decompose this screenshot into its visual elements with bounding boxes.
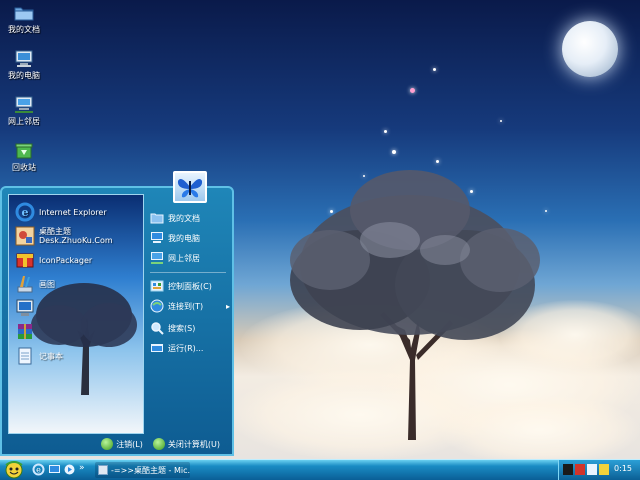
desktop-icon-label: 我的电脑 [8, 71, 40, 80]
paint-icon [15, 274, 35, 294]
start-item-iconpackager[interactable]: IconPackager [15, 249, 92, 271]
start-button[interactable] [2, 461, 26, 479]
system-tray: 0:15 [558, 460, 640, 480]
connect-icon [150, 299, 164, 313]
sparkle [384, 130, 387, 133]
start-item-notepad[interactable]: 记事本 [15, 345, 63, 367]
tray-arrow-icon[interactable] [563, 464, 573, 475]
computer-icon [14, 50, 34, 68]
notepad-icon [15, 346, 35, 366]
desktop-icon-my-computer[interactable]: 我的电脑 [4, 50, 44, 81]
start-menu-places-pane: 我的文档 我的电脑 网上邻居 控制面板(C) 连接到(T) ▸ 搜索(S) 运行… [146, 194, 230, 434]
desktop-icon-my-documents[interactable]: 我的文档 [4, 4, 44, 35]
sparkle [500, 120, 502, 122]
iconpackager-icon [15, 250, 35, 270]
desktop-icon-label: 我的文档 [8, 25, 40, 34]
ie-icon: e [15, 202, 35, 222]
logoff-label: 注销(L) [116, 439, 143, 449]
start-place-search[interactable]: 搜索(S) [150, 320, 195, 336]
start-place-label: 我的电脑 [168, 233, 200, 243]
start-menu-footer: 注销(L) 关闭计算机(U) [2, 434, 232, 454]
control-panel-icon [150, 279, 164, 293]
tray-volume-icon[interactable] [599, 464, 609, 475]
zhuoku-icon [15, 226, 35, 246]
start-item-internet-explorer[interactable]: e Internet Explorer [15, 201, 107, 223]
desktop-icon-label: 回收站 [12, 163, 36, 172]
chevron-right-icon: ▸ [225, 301, 230, 311]
power-icon [152, 438, 165, 450]
logoff-button[interactable]: 注销(L) [101, 438, 143, 450]
start-menu: e Internet Explorer 桌酷主题 Desk.ZhuoKu.Com… [0, 186, 234, 456]
tree-illustration [290, 170, 540, 440]
start-place-my-computer[interactable]: 我的电脑 [150, 230, 200, 246]
desktop-wallpaper: 我的文档 我的电脑 网上邻居 回收站 e Internet Explorer 桌… [0, 0, 640, 459]
taskbar-app-label: -=>>桌酷主题 - Mic... [111, 465, 190, 475]
show-desktop-icon [49, 465, 60, 473]
logoff-icon [101, 438, 114, 450]
desktop-icon-label: 网上邻居 [8, 117, 40, 126]
monitor-app-icon [15, 298, 35, 318]
start-place-control-panel[interactable]: 控制面板(C) [150, 278, 212, 294]
start-place-network[interactable]: 网上邻居 [150, 250, 200, 266]
sparkle [410, 88, 415, 93]
shutdown-label: 关闭计算机(U) [167, 439, 220, 449]
start-item-zhuoku[interactable]: 桌酷主题 Desk.ZhuoKu.Com [15, 225, 113, 247]
taskbar: e » -=>>桌酷主题 - Mic... 0:15 [0, 459, 640, 480]
computer-icon [150, 231, 164, 245]
ie-icon: e [32, 463, 45, 476]
separator [150, 272, 226, 273]
recycle-bin-icon [14, 142, 34, 160]
start-place-my-documents[interactable]: 我的文档 [150, 210, 200, 226]
start-item-label: 画图 [39, 279, 55, 289]
start-item-label: 记事本 [39, 351, 63, 361]
taskbar-app-button[interactable]: -=>>桌酷主题 - Mic... [95, 462, 190, 478]
start-menu-programs-pane: e Internet Explorer 桌酷主题 Desk.ZhuoKu.Com… [8, 194, 144, 434]
tray-app-icon[interactable] [575, 464, 585, 475]
quicklaunch-media[interactable] [63, 463, 76, 476]
media-player-icon [64, 464, 75, 475]
clock[interactable]: 0:15 [614, 464, 632, 473]
search-icon [150, 321, 164, 335]
desktop-icon-recycle-bin[interactable]: 回收站 [4, 142, 44, 173]
start-place-connect-to[interactable]: 连接到(T) ▸ [150, 298, 230, 314]
start-item-sublabel: Desk.ZhuoKu.Com [39, 236, 113, 245]
window-icon [98, 465, 108, 475]
start-place-label: 网上邻居 [168, 253, 200, 263]
start-place-label: 运行(R)... [168, 343, 204, 353]
svg-text:e: e [22, 206, 29, 219]
start-place-label: 搜索(S) [168, 323, 196, 333]
user-picture[interactable] [173, 171, 207, 203]
quicklaunch-chevron-icon[interactable]: » [79, 463, 92, 476]
start-item-winrar[interactable] [15, 321, 39, 343]
folder-icon [14, 4, 34, 22]
folder-icon [150, 211, 164, 225]
start-logo-icon [5, 461, 23, 479]
start-place-label: 我的文档 [168, 213, 200, 223]
svg-text:e: e [36, 466, 41, 475]
start-place-label: 连接到(T) [168, 301, 204, 311]
start-place-label: 控制面板(C) [168, 281, 212, 291]
run-icon [150, 341, 164, 355]
tray-network-icon[interactable] [587, 464, 597, 475]
winrar-icon [15, 322, 35, 342]
start-place-run[interactable]: 运行(R)... [150, 340, 203, 356]
desktop-icon-network[interactable]: 网上邻居 [4, 96, 44, 127]
start-item-label: 桌酷主题 [39, 227, 71, 236]
shutdown-button[interactable]: 关闭计算机(U) [152, 438, 220, 450]
quicklaunch-desktop[interactable] [48, 463, 61, 476]
network-icon [14, 96, 34, 114]
start-item-paint[interactable]: 画图 [15, 273, 55, 295]
sparkle [433, 68, 436, 71]
moon-decoration [562, 21, 618, 77]
start-item-label: IconPackager [39, 255, 93, 265]
start-item-label: Internet Explorer [39, 207, 107, 217]
network-icon [150, 251, 164, 265]
quicklaunch-ie[interactable]: e [32, 463, 45, 476]
butterfly-icon [177, 179, 203, 198]
start-item-monitor-app[interactable] [15, 297, 39, 319]
